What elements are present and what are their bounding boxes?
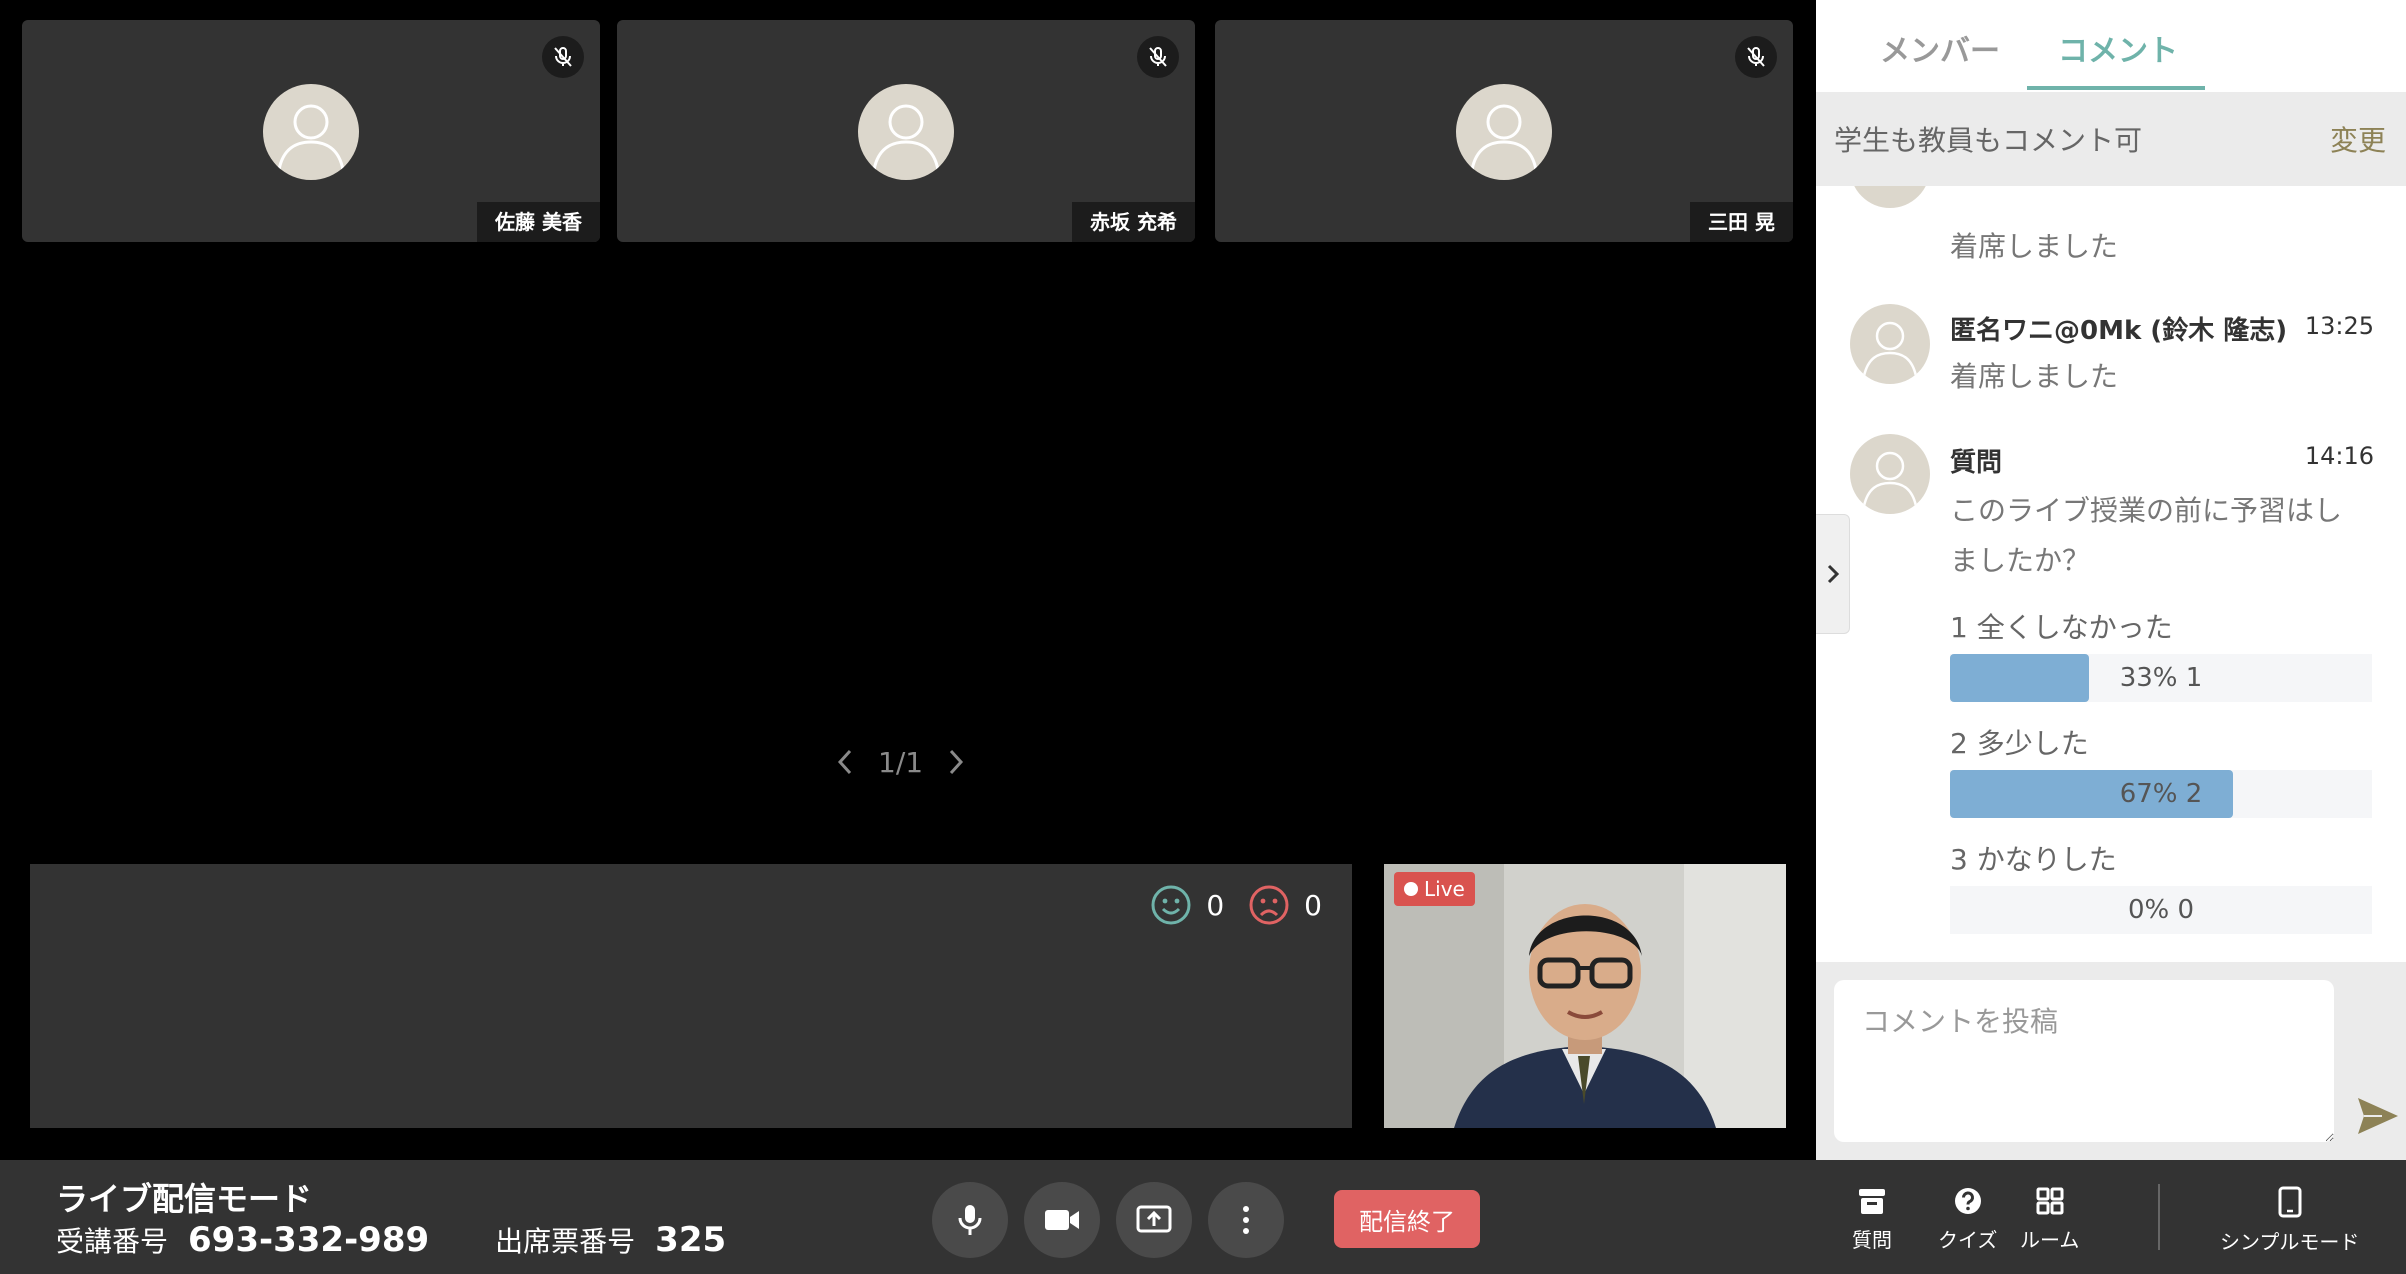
mic-muted-icon — [1137, 36, 1179, 78]
avatar — [1456, 84, 1552, 180]
question-label: 質問 — [1852, 1228, 1892, 1252]
end-broadcast-button[interactable]: 配信終了 — [1334, 1190, 1480, 1248]
quiz-button[interactable]: クイズ — [1938, 1186, 1997, 1253]
screen-share-button[interactable] — [1116, 1182, 1192, 1258]
mic-muted-icon — [1735, 36, 1777, 78]
comment-time: 14:16 — [2304, 442, 2374, 470]
pager: 1/1 — [830, 740, 971, 784]
help-circle-icon — [1954, 1188, 1981, 1214]
mic-muted-icon — [542, 36, 584, 78]
page-separator: / — [895, 745, 906, 779]
happy-count: 0 — [1206, 888, 1225, 922]
course-number: 693-332-989 — [188, 1220, 430, 1260]
live-label: Live — [1424, 877, 1465, 901]
change-permission-link[interactable]: 変更 — [2330, 119, 2386, 159]
poll-bar: 67% 2 — [1950, 770, 2372, 818]
tab-members[interactable]: メンバー — [1880, 26, 2000, 70]
comment-input[interactable] — [1834, 980, 2334, 1142]
reactions: 0 0 — [1150, 884, 1332, 926]
mic-button[interactable] — [932, 1182, 1008, 1258]
inbox-icon — [1859, 1189, 1885, 1214]
side-panel: メンバー コメント 学生も教員もコメント可 変更 着席しました 匿名ワニ@0Mk… — [1816, 0, 2406, 1160]
comment-author: 匿名ワニ@0Mk (鈴木 隆志) — [1950, 316, 2288, 346]
course-number-label: 受講番号 — [56, 1225, 169, 1258]
participant-name: 三田 晃 — [1690, 202, 1793, 242]
sad-face-icon — [1249, 885, 1289, 925]
avatar — [1850, 434, 1930, 514]
chevron-right-icon — [949, 749, 964, 775]
toolbar-divider — [2158, 1184, 2160, 1250]
mode-title: ライブ配信モード — [56, 1180, 313, 1218]
sad-count: 0 — [1304, 888, 1322, 922]
video-stage: 佐藤 美香 赤坂 充希 三田 晃 1/1 0 0 Live — [0, 0, 1816, 1160]
comment-permission-bar: 学生も教員もコメント可 変更 — [1816, 92, 2406, 186]
active-tab-indicator — [2027, 86, 2205, 90]
poll-result: 67% 2 — [2119, 779, 2203, 809]
camera-button[interactable] — [1024, 1182, 1100, 1258]
participant-tile[interactable]: 赤坂 充希 — [617, 20, 1195, 242]
more-options-button[interactable] — [1208, 1182, 1284, 1258]
comment-text: 着席しました — [1950, 230, 2119, 263]
poll-bar: 0% 0 — [1950, 886, 2372, 934]
avatar — [1850, 304, 1930, 384]
room-button[interactable]: ルーム — [2020, 1186, 2079, 1253]
avatar — [858, 84, 954, 180]
self-video[interactable]: Live — [1384, 864, 1786, 1128]
participant-name: 赤坂 充希 — [1072, 202, 1195, 242]
live-dot-icon — [1404, 882, 1418, 896]
page-current: 1 — [878, 745, 896, 779]
poll-option-label: 3 かなりした — [1950, 843, 2117, 876]
video-camera-icon — [1045, 1210, 1079, 1230]
attendance-number: 325 — [655, 1220, 727, 1260]
comment-text: ましたか？ — [1950, 544, 2091, 577]
avatar — [1850, 186, 1930, 208]
send-button[interactable] — [2354, 1092, 2402, 1140]
screen-share-icon — [1136, 1205, 1172, 1233]
attendance-number-label: 出席票番号 — [495, 1225, 636, 1258]
quiz-label: クイズ — [1938, 1228, 1998, 1252]
reaction-panel: 0 0 — [30, 864, 1352, 1128]
chevron-right-icon — [1827, 564, 1839, 584]
grid-icon — [2036, 1187, 2064, 1215]
participant-tile[interactable]: 佐藤 美香 — [22, 20, 600, 242]
send-icon — [2358, 1098, 2398, 1134]
more-vertical-icon — [1243, 1206, 1249, 1234]
page-total: 1 — [905, 745, 924, 779]
poll-bar: 33% 1 — [1950, 654, 2372, 702]
page-indicator: 1/1 — [878, 746, 923, 779]
side-tabs: メンバー コメント — [1816, 0, 2406, 90]
prev-page-button[interactable] — [830, 742, 860, 782]
mic-icon — [958, 1205, 982, 1235]
poll-option-label: 2 多少した — [1950, 727, 2089, 760]
poll-option-label: 1 全くしなかった — [1950, 611, 2173, 644]
question-button[interactable]: 質問 — [1852, 1186, 1892, 1253]
live-badge: Live — [1394, 872, 1475, 906]
permission-text: 学生も教員もコメント可 — [1834, 124, 2143, 157]
tablet-icon — [2278, 1186, 2302, 1218]
session-ids: 受講番号 693-332-989 出席票番号 325 — [56, 1220, 792, 1260]
poll-result: 0% 0 — [2127, 895, 2195, 925]
avatar — [263, 84, 359, 180]
comment-compose — [1816, 962, 2406, 1160]
comment-author: 質問 — [1950, 448, 2003, 478]
collapse-panel-button[interactable] — [1816, 514, 1850, 634]
comment-text: 着席しました — [1950, 360, 2119, 393]
comment-time: 13:25 — [2304, 312, 2374, 340]
bottom-toolbar: ライブ配信モード 受講番号 693-332-989 出席票番号 325 配信終了… — [0, 1160, 2406, 1274]
simple-mode-button[interactable]: シンプルモード — [2220, 1186, 2359, 1255]
comment-feed[interactable]: 着席しました 匿名ワニ@0Mk (鈴木 隆志) 13:25 着席しました 質問 … — [1816, 186, 2406, 962]
happy-face-icon — [1151, 885, 1191, 925]
room-label: ルーム — [2020, 1228, 2080, 1252]
poll-result: 33% 1 — [2119, 663, 2203, 693]
comment-text: このライブ授業の前に予習はし — [1950, 494, 2343, 527]
tab-comments[interactable]: コメント — [2058, 26, 2178, 70]
next-page-button[interactable] — [941, 742, 971, 782]
participant-tile[interactable]: 三田 晃 — [1215, 20, 1793, 242]
chevron-left-icon — [837, 749, 852, 775]
simple-mode-label: シンプルモード — [2220, 1230, 2360, 1254]
participant-name: 佐藤 美香 — [477, 202, 600, 242]
